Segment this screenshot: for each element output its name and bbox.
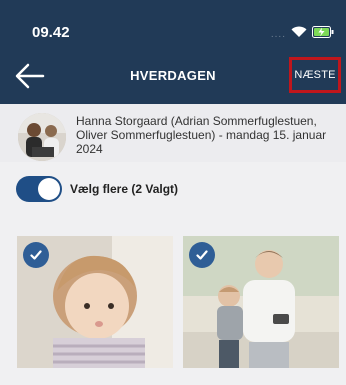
post-info: Hanna Storgaard (Adrian Sommerfuglestuen…: [76, 114, 327, 156]
photo-thumbnail[interactable]: [183, 236, 339, 368]
post-header: Hanna Storgaard (Adrian Sommerfuglestuen…: [0, 104, 346, 162]
check-icon: [189, 242, 215, 268]
status-time: 09.42: [32, 24, 70, 41]
battery-charging-icon: [312, 25, 334, 43]
system-icons: ....: [271, 25, 334, 43]
nav-bar: HVERDAGEN NÆSTE: [0, 48, 346, 104]
avatar: [18, 113, 66, 161]
select-multiple-label: Vælg flere (2 Valgt): [70, 182, 179, 196]
status-bar: 09.42 ....: [0, 0, 346, 48]
wifi-icon: [291, 25, 307, 43]
next-button[interactable]: NÆSTE: [289, 57, 341, 93]
select-multiple-row: Vælg flere (2 Valgt): [16, 172, 178, 206]
signal-dots: ....: [270, 28, 286, 40]
photo-thumbnail[interactable]: [17, 236, 173, 368]
select-multiple-toggle[interactable]: [16, 176, 62, 202]
check-icon: [23, 242, 49, 268]
